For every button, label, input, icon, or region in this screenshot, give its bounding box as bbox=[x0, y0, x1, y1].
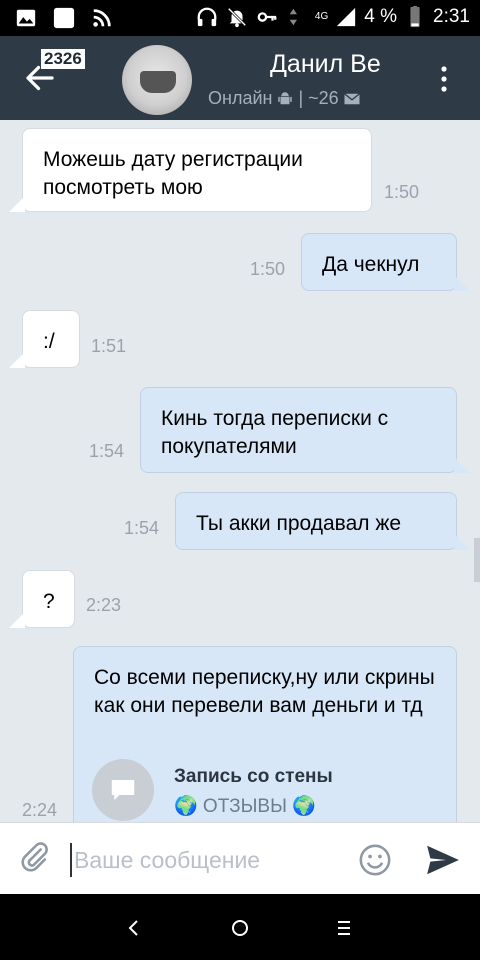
attach-button[interactable] bbox=[18, 841, 52, 875]
message-composer bbox=[0, 822, 480, 894]
message-bubble-outgoing[interactable]: Ты акки продавал же bbox=[175, 492, 470, 550]
message-time: 2:24 bbox=[22, 800, 58, 820]
contact-name[interactable]: Данил Ве bbox=[270, 50, 396, 79]
wall-post-icon bbox=[92, 759, 154, 821]
more-vertical-icon bbox=[441, 66, 447, 92]
message-bubble-outgoing[interactable]: Кинь тогда переписки с покупателями bbox=[140, 387, 470, 473]
message-input[interactable] bbox=[70, 843, 340, 877]
battery-percent: 4 % bbox=[364, 6, 398, 27]
wall-post-title: Запись со стены bbox=[174, 766, 333, 787]
mute-bell-icon bbox=[225, 5, 249, 29]
android-icon bbox=[278, 91, 293, 104]
system-nav-bar bbox=[0, 894, 480, 960]
smiley-icon bbox=[359, 844, 391, 876]
message-bubble-outgoing[interactable]: Со всеми переписку,ну или скрины как они… bbox=[73, 646, 457, 822]
image-icon bbox=[14, 6, 38, 30]
network-type: 4G bbox=[314, 11, 329, 22]
online-status-text: Онлайн bbox=[208, 88, 273, 108]
emoji-button[interactable] bbox=[358, 843, 392, 877]
contact-status: Онлайн | ~26 bbox=[208, 88, 361, 109]
nav-back-button[interactable] bbox=[120, 914, 148, 942]
envelope-icon bbox=[343, 92, 360, 104]
more-options-button[interactable] bbox=[438, 64, 450, 94]
chevron-left-icon bbox=[128, 920, 138, 936]
clock: 2:31 bbox=[433, 6, 470, 27]
signal-arrows-icon bbox=[285, 5, 309, 29]
chat-header: 2326 Данил Ве Онлайн | ~26 bbox=[0, 36, 480, 120]
square-notification-icon bbox=[52, 6, 76, 30]
message-time: 1:51 bbox=[91, 336, 127, 356]
status-bar: 4G 4 % 2:31 bbox=[0, 0, 480, 36]
menu-lines-icon bbox=[338, 921, 350, 935]
signal-strength-icon bbox=[334, 5, 358, 29]
send-button[interactable] bbox=[424, 841, 462, 879]
key-icon bbox=[255, 5, 279, 29]
message-text: Кинь тогда переписки с покупателями bbox=[161, 407, 389, 458]
message-text: :/ bbox=[43, 330, 55, 353]
message-text: ? bbox=[43, 590, 55, 613]
message-text: Можешь дату регистрации посмотреть мою bbox=[43, 148, 303, 199]
message-list[interactable]: Можешь дату регистрации посмотреть мою 1… bbox=[0, 120, 480, 822]
message-text: Со всеми переписку,ну или скрины как они… bbox=[94, 666, 435, 717]
message-bubble-incoming[interactable]: Можешь дату регистрации посмотреть мою bbox=[9, 128, 372, 212]
nav-home-button[interactable] bbox=[226, 914, 254, 942]
message-bubble-incoming[interactable]: ? bbox=[9, 570, 75, 628]
message-text: Да чекнул bbox=[322, 253, 420, 276]
paperclip-icon bbox=[21, 842, 48, 872]
send-icon bbox=[427, 845, 459, 875]
message-time: 1:50 bbox=[250, 259, 286, 279]
message-time: 1:54 bbox=[124, 518, 160, 538]
circle-home-icon bbox=[232, 920, 248, 936]
wall-post-attachment[interactable]: Запись со стены 🌍 ОТЗЫВЫ 🌍 bbox=[92, 759, 392, 822]
message-text: Ты акки продавал же bbox=[196, 512, 402, 535]
battery-icon bbox=[403, 5, 427, 29]
headphones-icon bbox=[195, 5, 219, 29]
wall-post-subtitle: 🌍 ОТЗЫВЫ 🌍 bbox=[174, 796, 316, 817]
message-bubble-outgoing[interactable]: Да чекнул bbox=[301, 233, 470, 291]
unread-counter-badge: 2326 bbox=[40, 48, 86, 70]
scrollbar[interactable] bbox=[474, 538, 480, 582]
nav-recents-button[interactable] bbox=[330, 914, 358, 942]
rss-icon bbox=[90, 6, 114, 30]
message-time: 1:50 bbox=[384, 182, 420, 202]
message-time: 2:23 bbox=[86, 595, 122, 615]
status-extra: | ~26 bbox=[298, 88, 339, 108]
message-time: 1:54 bbox=[89, 441, 125, 461]
message-bubble-incoming[interactable]: :/ bbox=[9, 310, 80, 368]
avatar[interactable] bbox=[122, 45, 192, 115]
